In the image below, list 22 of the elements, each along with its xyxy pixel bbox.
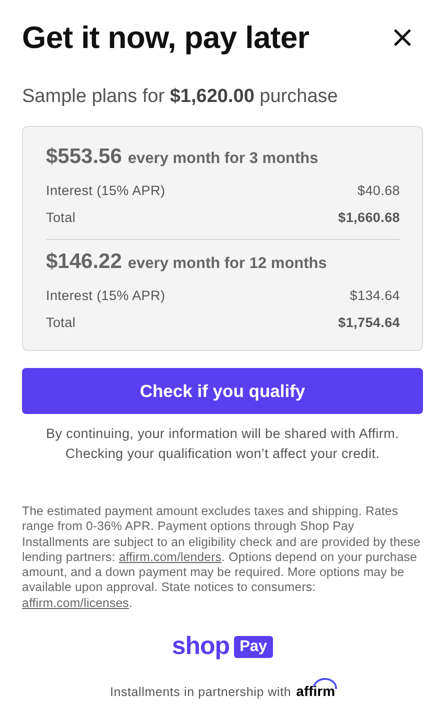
close-button[interactable]: × [388,23,417,53]
partnership-note: Installments in partnership with [110,685,292,700]
plan-row-label: Interest (15% APR) [46,183,166,198]
plan-row-label: Interest (15% APR) [46,288,166,303]
consent-note: By continuing, your information will be shared with Affirm. Checking your qualification won’t affect your credit. [45,425,400,463]
shop-logo: shop [172,632,230,662]
plan-row-label: Total [46,315,76,330]
plans-subtitle: Sample plans for $1,620.00 purchase [22,86,339,108]
disclaimer-paragraph: The estimated payment amount excludes taxes and shipping. Rates range from 0-36% APR. Payment options through Shop Pay Installments are subject to an eligibility check and are provided by these lending partners: affirm.com/lenders. Options depend on your purchase amount, and a down payment may be required. More options may be available upon approval. State notices to consumers: affirm.com/licenses. [22,504,422,612]
qualify-button[interactable]: Check if you qualify [22,368,423,414]
dialog-title: Get it now, pay later [22,20,310,56]
plan-row-value: $40.68 [358,183,400,198]
disclaimer-link[interactable]: affirm.com/licenses [22,596,129,610]
plan-row-value: $1,754.64 [338,315,400,330]
plan-heading: $146.22 every month for 12 months [46,250,328,274]
affirm-logo: affirm [296,677,336,700]
pay-badge: Pay [234,636,274,658]
disclaimer-link[interactable]: affirm.com/lenders [118,550,222,564]
plan-row-value: $1,660.68 [338,210,400,225]
plan-row-value: $134.64 [350,288,400,303]
plan-heading: $553.56 every month for 3 months [46,145,320,169]
plan-row-label: Total [46,210,76,225]
